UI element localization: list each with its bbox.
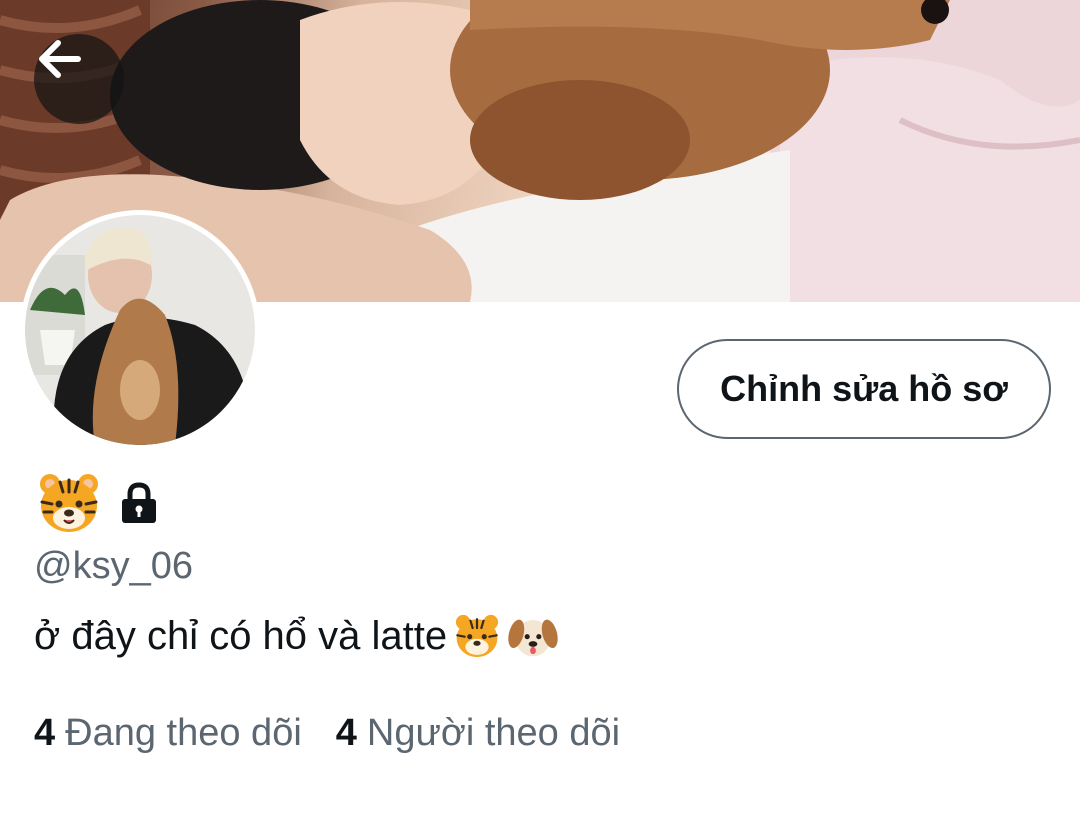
avatar[interactable] <box>25 215 255 445</box>
followers-label: Người theo dõi <box>366 712 621 754</box>
following-count: 4 <box>34 712 56 754</box>
display-name-row <box>36 470 162 536</box>
followers-link[interactable]: 4 Người theo dõi <box>336 712 620 755</box>
edit-profile-button[interactable]: Chỉnh sửa hồ sơ <box>677 339 1051 439</box>
tiger-face-emoji <box>40 474 98 532</box>
profile-bio: ở đây chỉ có hổ và latte <box>34 612 559 660</box>
following-link[interactable]: 4 Đang theo dõi <box>34 712 302 755</box>
profile-handle: @ksy_06 <box>34 545 193 587</box>
arrow-left-icon <box>39 40 81 78</box>
avatar-photo <box>25 215 255 445</box>
tiger-face-emoji <box>456 614 499 658</box>
followers-count: 4 <box>335 712 357 754</box>
bio-text: ở đây chỉ có hổ và latte <box>34 613 448 658</box>
dog-face-emoji <box>508 619 558 657</box>
back-button[interactable] <box>34 34 124 124</box>
profile-stats: 4 Đang theo dõi 4 Người theo dõi <box>34 712 620 755</box>
following-label: Đang theo dõi <box>65 712 302 754</box>
lock-icon <box>122 482 156 523</box>
